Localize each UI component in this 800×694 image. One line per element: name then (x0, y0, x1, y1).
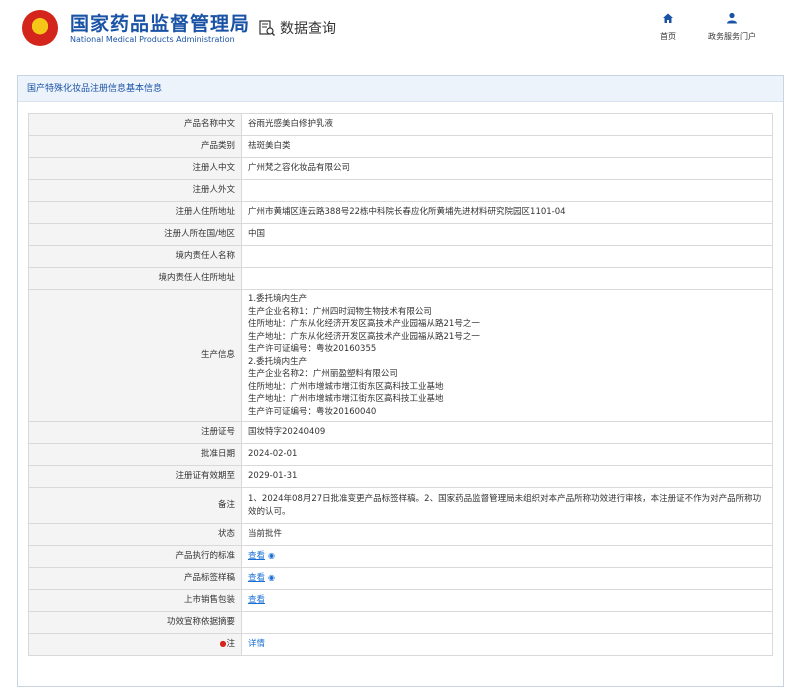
eye-icon[interactable]: ◉ (268, 573, 275, 582)
row-label: 批准日期 (28, 443, 242, 466)
row-value: 祛斑美白类 (241, 135, 773, 158)
row-label: 注册证号 (28, 421, 242, 444)
site-header: ★ 国家药品监督管理局 National Medical Products Ad… (0, 0, 800, 70)
row-value (241, 611, 773, 634)
production-info-line: 生产许可证编号：粤妆20160040 (248, 406, 377, 417)
row-label: 备注 (28, 487, 242, 524)
production-info-line: 生产企业名称2：广州丽盈塑料有限公司 (248, 369, 398, 379)
row-value: 广州市黄埔区连云路388号22栋中科院长春应化所黄埔先进材料研究院园区1101-… (241, 201, 773, 224)
site-title-cn: 国家药品监督管理局 (70, 13, 251, 35)
table-row: 产品类别 祛斑美白类 (28, 135, 773, 158)
eye-icon[interactable]: ◉ (268, 551, 275, 560)
row-value: 中国 (241, 223, 773, 246)
table-row: 备注 1、2024年08月27日批准变更产品标签样稿。2、国家药品监督管理局未组织… (28, 487, 773, 524)
table-row: 注册人住所地址 广州市黄埔区连云路388号22栋中科院长春应化所黄埔先进材料研究院… (28, 201, 773, 224)
row-label: 境内责任人名称 (28, 245, 242, 268)
national-emblem-logo: ★ (22, 10, 58, 46)
data-query-section: 数据查询 (258, 18, 336, 38)
row-label: 上市销售包装 (28, 589, 242, 612)
user-icon (708, 12, 756, 28)
table-row: 功效宣称依据摘要 (28, 611, 773, 634)
table-row: 产品名称中文 谷雨光感美白修护乳液 (28, 113, 773, 136)
row-label: 生产信息 (28, 289, 242, 422)
view-packaging-link[interactable]: 查看 (248, 595, 265, 605)
table-row: 注册人外文 (28, 179, 773, 202)
production-info-line: 生产许可证编号：粤妆20160355 (248, 344, 377, 354)
row-value (241, 267, 773, 290)
view-label-draft-link[interactable]: 查看 (248, 573, 265, 583)
production-info-line: 住所地址：广州市增城市增江街东区高科技工业基地 (248, 381, 444, 392)
production-info-line: 生产企业名称1：广州四时润物生物技术有限公司 (248, 306, 432, 317)
row-value: 谷雨光感美白修护乳液 (241, 113, 773, 136)
table-row: ●注 详情 (28, 633, 773, 656)
row-label: 状态 (28, 523, 242, 546)
production-info-line: 住所地址：广东从化经济开发区高技术产业园福从路21号之一 (248, 319, 480, 329)
row-label: 产品名称中文 (28, 113, 242, 136)
row-value (241, 245, 773, 268)
table-row: 产品标签样稿 查看 ◉ (28, 567, 773, 590)
nav-gov-portal-label: 政务服务门户 (708, 32, 756, 41)
row-label: 境内责任人住所地址 (28, 267, 242, 290)
remarks-value: 1、2024年08月27日批准变更产品标签样稿。2、国家药品监督管理局未组织对本… (241, 487, 773, 524)
registration-info-panel: 国产特殊化妆品注册信息基本信息 产品名称中文 谷雨光感美白修护乳液 产品类别 祛斑美… (17, 75, 784, 687)
details-link[interactable]: 详情 (248, 639, 265, 649)
production-info-line: 1.委托境内生产 (248, 294, 308, 304)
row-label: 产品执行的标准 (28, 545, 242, 568)
row-value: 2024-02-01 (241, 443, 773, 466)
row-label: 注册人外文 (28, 179, 242, 202)
table-row: 注册证号 国妆特字20240409 (28, 421, 773, 444)
row-label: 产品标签样稿 (28, 567, 242, 590)
document-search-icon (258, 19, 276, 37)
table-row: 注册人中文 广州梵之容化妆品有限公司 (28, 157, 773, 180)
row-value: 2029-01-31 (241, 465, 773, 488)
table-row: 生产信息 1.委托境内生产 生产企业名称1：广州四时润物生物技术有限公司 住所地… (28, 289, 773, 422)
row-value: 广州梵之容化妆品有限公司 (241, 157, 773, 180)
row-value: 国妆特字20240409 (241, 421, 773, 444)
view-standard-link[interactable]: 查看 (248, 551, 265, 561)
row-value (241, 179, 773, 202)
production-info-line: 生产地址：广东从化经济开发区高技术产业园福从路21号之一 (248, 331, 480, 342)
row-label: 注册人所在国/地区 (28, 223, 242, 246)
table-row: 上市销售包装 查看 (28, 589, 773, 612)
data-query-title: 数据查询 (280, 21, 336, 37)
row-label: 注册人住所地址 (28, 201, 242, 224)
panel-title: 国产特殊化妆品注册信息基本信息 (18, 76, 783, 102)
status-value: 当前批件 (241, 523, 773, 546)
row-label: 功效宣称依据摘要 (28, 611, 242, 634)
nav-home[interactable]: 首页 (660, 12, 676, 42)
table-row: 状态 当前批件 (28, 523, 773, 546)
table-row: 注册证有效期至 2029-01-31 (28, 465, 773, 488)
home-icon (660, 12, 676, 28)
table-row: 境内责任人住所地址 (28, 267, 773, 290)
production-info-line: 2.委托境内生产 (248, 356, 308, 367)
row-label: 注册人中文 (28, 157, 242, 180)
production-info: 1.委托境内生产 生产企业名称1：广州四时润物生物技术有限公司 住所地址：广东从… (241, 289, 773, 422)
row-label: 产品类别 (28, 135, 242, 158)
production-info-line: 生产地址：广州市增城市增江街东区高科技工业基地 (248, 394, 444, 404)
row-label: 注册证有效期至 (28, 465, 242, 488)
table-row: 批准日期 2024-02-01 (28, 443, 773, 466)
row-label: 注 (226, 639, 235, 650)
nav-gov-portal[interactable]: 政务服务门户 (708, 12, 756, 42)
table-row: 注册人所在国/地区 中国 (28, 223, 773, 246)
registration-info-table: 产品名称中文 谷雨光感美白修护乳液 产品类别 祛斑美白类 注册人中文 广州梵之容化妆品… (28, 113, 773, 656)
table-row: 境内责任人名称 (28, 245, 773, 268)
nav-home-label: 首页 (660, 32, 676, 41)
site-title-en: National Medical Products Administration (70, 35, 235, 44)
table-row: 产品执行的标准 查看 ◉ (28, 545, 773, 568)
